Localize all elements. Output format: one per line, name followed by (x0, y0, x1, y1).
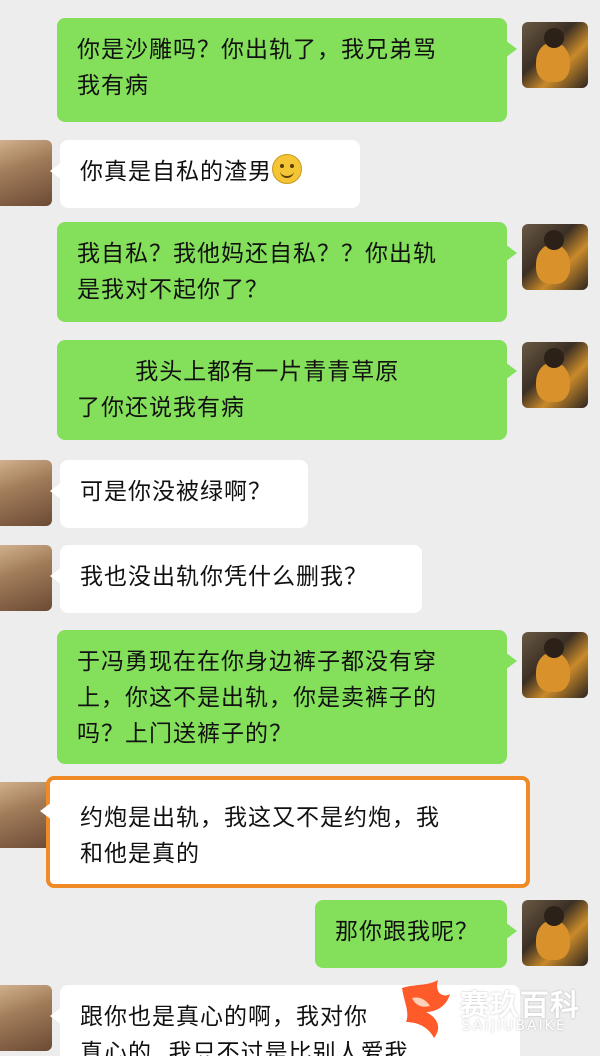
message-row: 你是沙雕吗？你出轨了，我兄弟骂 我有病 (0, 18, 600, 128)
message-bubble-sent[interactable]: 我自私？我他妈还自私？？你出轨 是我对不起你了？ (57, 222, 517, 322)
message-bubble-sent[interactable]: 那你跟我呢？ (315, 900, 517, 968)
message-row: 我头上都有一片青青草原 了你还说我有病 (0, 340, 600, 444)
message-bubble-sent[interactable]: 你是沙雕吗？你出轨了，我兄弟骂 我有病 (57, 18, 517, 122)
message-bubble-received[interactable]: 可是你没被绿啊？ (50, 460, 308, 528)
message-bubble-received[interactable]: 我也没出轨你凭什么删我？ (50, 545, 422, 613)
my-avatar[interactable] (522, 900, 588, 966)
watermark-subtext: SAIJIUBAIKE (462, 1018, 567, 1034)
watermark: 赛玖百科 SAIJIUBAIKE (394, 978, 594, 1048)
smiley-icon (272, 154, 302, 184)
my-avatar[interactable] (522, 632, 588, 698)
message-row: 我自私？我他妈还自私？？你出轨 是我对不起你了？ (0, 222, 600, 326)
contact-avatar[interactable] (0, 545, 52, 611)
my-avatar[interactable] (522, 22, 588, 88)
message-row: 于冯勇现在在你身边裤子都没有穿 上，你这不是出轨，你是卖裤子的 吗？上门送裤子的… (0, 630, 600, 766)
message-bubble-received-highlighted[interactable]: 约炮是出轨，我这又不是约炮，我 和他是真的 (40, 776, 530, 888)
contact-avatar[interactable] (0, 460, 52, 526)
my-avatar[interactable] (522, 224, 588, 290)
message-row: 那你跟我呢？ (0, 900, 600, 972)
message-bubble-sent[interactable]: 我头上都有一片青青草原 了你还说我有病 (57, 340, 517, 440)
contact-avatar[interactable] (0, 985, 52, 1051)
message-row: 可是你没被绿啊？ (0, 460, 600, 532)
message-row: 你真是自私的渣男 (0, 140, 600, 212)
message-row: 约炮是出轨，我这又不是约炮，我 和他是真的 (0, 776, 600, 888)
my-avatar[interactable] (522, 342, 588, 408)
watermark-logo-icon (402, 980, 450, 1038)
message-row: 我也没出轨你凭什么删我？ (0, 545, 600, 617)
message-bubble-received[interactable]: 你真是自私的渣男 (50, 140, 360, 208)
message-text: 你真是自私的渣男 (80, 159, 272, 185)
message-bubble-sent[interactable]: 于冯勇现在在你身边裤子都没有穿 上，你这不是出轨，你是卖裤子的 吗？上门送裤子的… (57, 630, 517, 764)
contact-avatar[interactable] (0, 140, 52, 206)
